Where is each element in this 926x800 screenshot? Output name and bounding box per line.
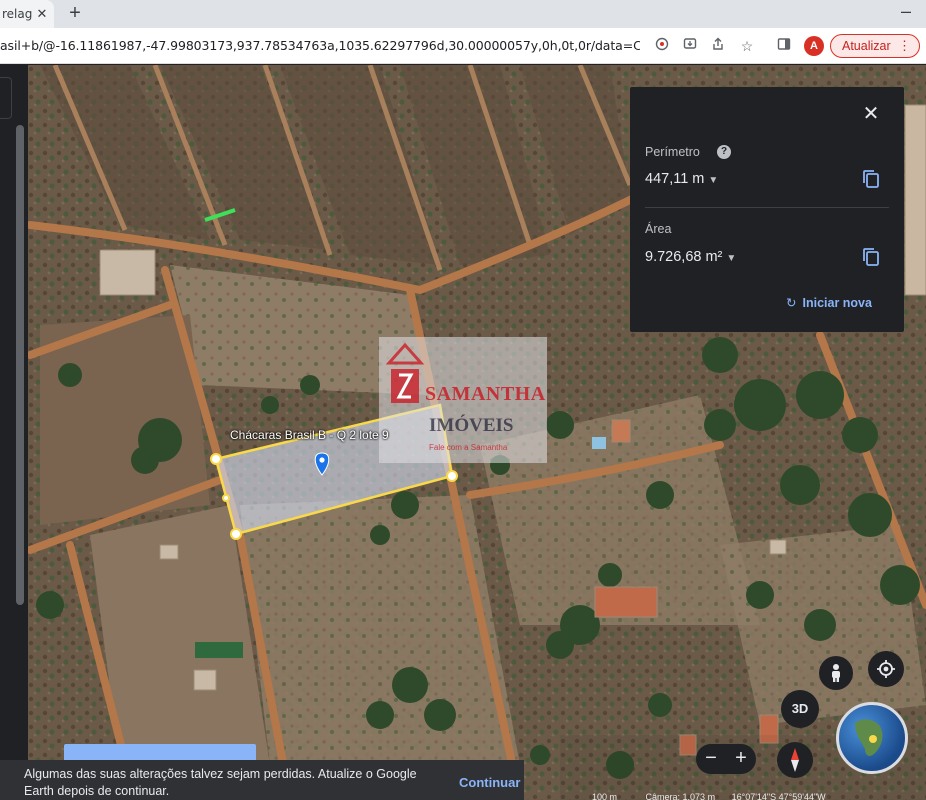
cursor-coordinates: 16°07'14"S 47°59'44"W xyxy=(731,792,826,800)
zoom-out-button[interactable]: − xyxy=(696,744,726,774)
zoom-controls: − + xyxy=(696,744,756,774)
close-icon[interactable]: ✕ xyxy=(860,103,882,125)
watermark-brand: SAMANTHA xyxy=(425,383,546,405)
compass-icon[interactable] xyxy=(777,742,813,778)
refresh-icon: ↻ xyxy=(786,296,797,310)
site-permissions-icon[interactable] xyxy=(652,36,672,56)
update-browser-button[interactable]: Atualizar ⋮ xyxy=(830,34,920,58)
perimeter-value-dropdown[interactable]: 447,11 m ▼ xyxy=(645,171,718,187)
zoom-in-button[interactable]: + xyxy=(726,744,756,774)
realty-watermark: SAMANTHA IMÓVEIS Fale com a Samantha xyxy=(379,337,547,463)
new-measurement-button[interactable]: ↻ Iniciar nova xyxy=(786,295,872,310)
panel-divider xyxy=(645,207,889,208)
measure-panel: ✕ Perímetro ? 447,11 m ▼ Área 9.726,68 m²… xyxy=(630,87,904,332)
copy-area-icon[interactable] xyxy=(860,246,882,268)
left-rail xyxy=(0,65,28,800)
globe-overview-icon[interactable] xyxy=(836,702,908,774)
watermark-tagline: Fale com a Samantha xyxy=(429,443,508,452)
help-icon[interactable]: ? xyxy=(717,145,731,159)
profile-avatar[interactable]: A xyxy=(804,36,824,56)
perimeter-value: 447,11 m xyxy=(645,171,705,187)
share-icon[interactable] xyxy=(708,36,728,56)
close-tab-icon[interactable]: ✕ xyxy=(34,6,50,22)
bookmark-star-icon[interactable]: ☆ xyxy=(737,36,757,56)
area-label: Área xyxy=(645,222,672,236)
google-earth-window: relag ✕ + – asil+b/@-16.11861987,-47.998… xyxy=(0,0,926,800)
placemark-label[interactable]: Chácaras Brasil B - Q 2 lote 9 xyxy=(230,428,389,442)
rail-scrollbar[interactable] xyxy=(16,125,24,605)
reload-notification: Algumas das suas alterações talvez sejam… xyxy=(0,760,524,800)
scale-readout: 100 m xyxy=(592,792,618,800)
street-view-pegman-icon[interactable] xyxy=(819,656,853,690)
chevron-down-icon: ▼ xyxy=(708,175,719,186)
copy-perimeter-icon[interactable] xyxy=(860,168,882,190)
update-button-label: Atualizar xyxy=(842,39,891,53)
area-value: 9.726,68 m² xyxy=(645,249,723,265)
realty-logo-icon xyxy=(385,342,425,403)
new-measurement-label: Iniciar nova xyxy=(802,296,872,310)
collapsed-panel-tab[interactable] xyxy=(64,744,256,760)
perimeter-label: Perímetro xyxy=(645,145,700,159)
watermark-subtitle: IMÓVEIS xyxy=(429,415,514,436)
my-location-icon[interactable] xyxy=(868,651,904,687)
status-bar: 100 m Câmera: 1.073 m 16°07'14"S 47°59'4… xyxy=(580,792,926,800)
menu-dots-icon: ⋮ xyxy=(898,38,911,53)
continue-button[interactable]: Continuar xyxy=(459,775,520,790)
tab-title: relag xyxy=(2,7,33,21)
browser-toolbar: asil+b/@-16.11861987,-47.99803173,937.78… xyxy=(0,28,926,64)
install-app-icon[interactable] xyxy=(680,36,700,56)
address-bar[interactable]: asil+b/@-16.11861987,-47.99803173,937.78… xyxy=(0,34,640,58)
browser-tab[interactable]: relag ✕ xyxy=(0,0,54,28)
side-panel-icon[interactable] xyxy=(774,36,794,56)
camera-altitude: Câmera: 1.073 m xyxy=(645,792,716,800)
chevron-down-icon: ▼ xyxy=(726,253,737,264)
minimize-window-icon[interactable]: – xyxy=(896,2,916,24)
notification-message: Algumas das suas alterações talvez sejam… xyxy=(24,767,417,798)
panel-toggle[interactable] xyxy=(0,77,12,119)
area-value-dropdown[interactable]: 9.726,68 m² ▼ xyxy=(645,249,736,265)
new-tab-icon[interactable]: + xyxy=(64,3,86,25)
browser-tab-bar: relag ✕ + – xyxy=(0,0,926,28)
toggle-3d-button[interactable]: 3D xyxy=(781,690,819,728)
